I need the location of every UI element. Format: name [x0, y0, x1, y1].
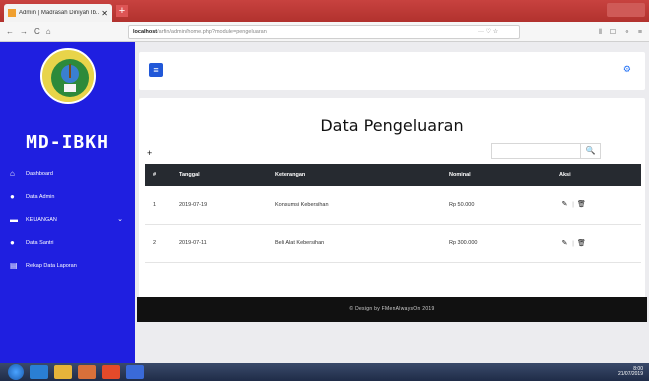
search-button[interactable]: 🔍 — [581, 143, 601, 159]
sidebar-item-label: Data Santri — [26, 239, 54, 246]
tab-title: Admin | Madrasah Diniyah Ib... — [19, 10, 100, 16]
delete-icon[interactable]: 🗑 — [576, 199, 587, 210]
window-controls[interactable] — [607, 3, 645, 17]
user-icon: ● — [10, 238, 15, 247]
forward-icon[interactable]: → — [20, 27, 28, 36]
chevron-down-icon[interactable]: ⌄ — [117, 215, 123, 223]
main-content: ≡ ⚙ Data Pengeluaran + 🔍 # Tanggal Keter… — [135, 42, 649, 363]
home-icon[interactable]: ⌂ — [46, 27, 51, 36]
url-bar[interactable]: localhost /arfin/admin/home.php?module=p… — [128, 25, 520, 39]
page-title: Data Pengeluaran — [320, 116, 464, 135]
table-row: 2 2019-07-11 Beli Alat Kebersihan Rp 300… — [145, 224, 641, 263]
sidebar-menu: ⌂ Dashboard ● Data Admin ▬ KEUANGAN ⌄ ● … — [0, 162, 135, 277]
browser-toolbar-icons[interactable]: ⦀ ☐ ⚬ ≡ — [599, 28, 645, 37]
sidebar-item-label: Data Admin — [26, 193, 55, 200]
cell-no: 1 — [145, 186, 171, 225]
taskbar-app-other[interactable] — [126, 365, 144, 379]
tray-date: 21/07/2019 — [617, 371, 643, 377]
table-header-row: # Tanggal Keterangan Nominal Aksi — [145, 164, 641, 186]
taskbar-app-ie[interactable] — [30, 365, 48, 379]
col-header-no: # — [145, 164, 171, 186]
browser-navbar: ← → C ⌂ localhost /arfin/admin/home.php?… — [0, 22, 649, 42]
page-footer: © Design by FMenAlwaysOn 2019 — [137, 297, 647, 322]
cell-keterangan: Konsumsi Kebersihan — [267, 186, 441, 225]
url-host: localhost — [133, 29, 158, 35]
browser-tab[interactable]: Admin | Madrasah Diniyah Ib... ✕ — [4, 4, 112, 22]
top-bar: ≡ ⚙ — [139, 52, 645, 90]
delete-icon[interactable]: 🗑 — [576, 238, 587, 249]
nav-buttons: ← → C ⌂ — [0, 27, 124, 36]
col-header-keterangan: Keterangan — [267, 164, 441, 186]
reload-icon[interactable]: C — [34, 27, 40, 36]
url-path: /arfin/admin/home.php?module=pengeluaran — [157, 29, 267, 35]
sidebar-item-data-admin[interactable]: ● Data Admin — [0, 185, 135, 208]
sidebar-item-keuangan[interactable]: ▬ KEUANGAN ⌄ — [0, 208, 135, 231]
edit-icon[interactable]: ✎ — [559, 199, 570, 210]
sidebar-item-dashboard[interactable]: ⌂ Dashboard — [0, 162, 135, 185]
sidebar-item-rekap-laporan[interactable]: ▤ Rekap Data Laporan — [0, 254, 135, 277]
search-input[interactable] — [491, 143, 581, 159]
url-actions[interactable]: ··· ♡ ☆ — [478, 28, 498, 35]
browser-tabbar: Admin | Madrasah Diniyah Ib... ✕ + — [0, 0, 649, 22]
report-icon: ▤ — [10, 261, 18, 270]
money-icon: ▬ — [10, 215, 18, 224]
cell-no: 2 — [145, 224, 171, 263]
sidebar-item-label: Rekap Data Laporan — [26, 262, 77, 269]
sidebar-item-label: KEUANGAN — [26, 216, 57, 223]
menu-toggle-button[interactable]: ≡ — [149, 63, 163, 77]
os-taskbar: 8:00 21/07/2019 — [0, 363, 649, 381]
cell-tanggal: 2019-07-19 — [171, 186, 267, 225]
cell-nominal: Rp 50.000 — [441, 186, 551, 225]
cell-aksi: ✎ | 🗑 — [551, 224, 641, 263]
cell-aksi: ✎ | 🗑 — [551, 186, 641, 225]
col-header-nominal: Nominal — [441, 164, 551, 186]
edit-icon[interactable]: ✎ — [559, 238, 570, 249]
col-header-aksi: Aksi — [551, 164, 641, 186]
search-box: 🔍 — [491, 143, 601, 159]
system-tray-clock[interactable]: 8:00 21/07/2019 — [618, 367, 643, 377]
gear-icon[interactable]: ⚙ — [623, 64, 631, 75]
taskbar-app-media[interactable] — [78, 365, 96, 379]
new-tab-button[interactable]: + — [116, 5, 128, 17]
tab-close-icon[interactable]: ✕ — [101, 9, 108, 18]
taskbar-app-firefox[interactable] — [102, 365, 120, 379]
back-icon[interactable]: ← — [6, 27, 14, 36]
sidebar: MD-IBKH ⌂ Dashboard ● Data Admin ▬ KEUAN… — [0, 42, 135, 363]
col-header-tanggal: Tanggal — [171, 164, 267, 186]
add-button[interactable]: + — [147, 148, 152, 158]
logo-emblem-icon — [44, 52, 94, 102]
home-icon: ⌂ — [10, 169, 15, 178]
brand-title: MD-IBKH — [26, 132, 109, 153]
data-card: Data Pengeluaran + 🔍 # Tanggal Keteranga… — [139, 98, 645, 316]
favicon-icon — [8, 9, 16, 17]
table-row: 1 2019-07-19 Konsumsi Kebersihan Rp 50.0… — [145, 186, 641, 225]
search-icon: 🔍 — [585, 146, 596, 155]
cell-keterangan: Beli Alat Kebersihan — [267, 224, 441, 263]
sidebar-item-label: Dashboard — [26, 170, 53, 177]
expense-table: # Tanggal Keterangan Nominal Aksi 1 2019… — [145, 164, 641, 263]
user-icon: ● — [10, 192, 15, 201]
start-button[interactable] — [8, 364, 24, 380]
cell-nominal: Rp 300.000 — [441, 224, 551, 263]
sidebar-item-data-santri[interactable]: ● Data Santri — [0, 231, 135, 254]
taskbar-app-explorer[interactable] — [54, 365, 72, 379]
school-logo — [40, 48, 96, 104]
cell-tanggal: 2019-07-11 — [171, 224, 267, 263]
